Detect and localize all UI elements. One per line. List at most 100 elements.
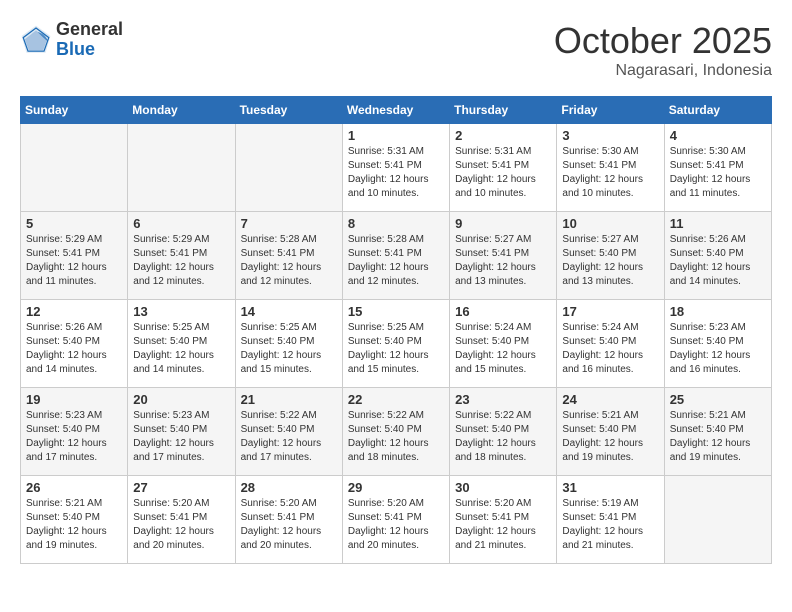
day-number: 5	[26, 216, 122, 231]
calendar-cell: 3 Sunrise: 5:30 AM Sunset: 5:41 PM Daylig…	[557, 124, 664, 212]
calendar-cell: 16Sunrise: 5:24 AM Sunset: 5:40 PM Dayli…	[450, 300, 557, 388]
logo-general-text: General	[56, 20, 123, 40]
calendar-cell: 12Sunrise: 5:26 AM Sunset: 5:40 PM Dayli…	[21, 300, 128, 388]
day-info: Sunrise: 5:26 AM Sunset: 5:40 PM Dayligh…	[670, 233, 766, 289]
week-row-5: 26 Sunrise: 5:21 AM Sunset: 5:40 PM Dayli…	[21, 476, 772, 564]
day-number: 7	[241, 216, 337, 231]
day-number: 2	[455, 128, 551, 143]
day-info: Sunrise: 5:20 AM Sunset: 5:41 PM Dayligh…	[241, 497, 337, 553]
day-info: Sunrise: 5:24 AM Sunset: 5:40 PM Dayligh…	[455, 321, 551, 377]
day-info: Sunrise: 5:21 AM Sunset: 5:40 PM Dayligh…	[562, 409, 658, 465]
calendar-cell	[128, 124, 235, 212]
header-row: SundayMondayTuesdayWednesdayThursdayFrid…	[21, 97, 772, 124]
day-number: 25	[670, 392, 766, 407]
calendar-cell: 28 Sunrise: 5:20 AM Sunset: 5:41 PM Dayli…	[235, 476, 342, 564]
day-number: 3	[562, 128, 658, 143]
header-saturday: Saturday	[664, 97, 771, 124]
header-thursday: Thursday	[450, 97, 557, 124]
day-info: Sunrise: 5:28 AM Sunset: 5:41 PM Dayligh…	[241, 233, 337, 289]
day-info: Sunrise: 5:23 AM Sunset: 5:40 PM Dayligh…	[133, 409, 229, 465]
day-info: Sunrise: 5:31 AM Sunset: 5:41 PM Dayligh…	[455, 145, 551, 201]
day-info: Sunrise: 5:20 AM Sunset: 5:41 PM Dayligh…	[133, 497, 229, 553]
calendar-cell	[21, 124, 128, 212]
day-number: 10	[562, 216, 658, 231]
calendar-cell: 24 Sunrise: 5:21 AM Sunset: 5:40 PM Dayli…	[557, 388, 664, 476]
day-info: Sunrise: 5:25 AM Sunset: 5:40 PM Dayligh…	[133, 321, 229, 377]
day-number: 6	[133, 216, 229, 231]
calendar-cell: 31 Sunrise: 5:19 AM Sunset: 5:41 PM Dayli…	[557, 476, 664, 564]
calendar-cell: 2 Sunrise: 5:31 AM Sunset: 5:41 PM Daylig…	[450, 124, 557, 212]
day-info: Sunrise: 5:22 AM Sunset: 5:40 PM Dayligh…	[348, 409, 444, 465]
week-row-1: 1 Sunrise: 5:31 AM Sunset: 5:41 PM Daylig…	[21, 124, 772, 212]
page-header: General Blue October 2025 Nagarasari, In…	[20, 20, 772, 80]
day-number: 1	[348, 128, 444, 143]
calendar-cell: 5Sunrise: 5:29 AM Sunset: 5:41 PM Daylig…	[21, 212, 128, 300]
day-info: Sunrise: 5:21 AM Sunset: 5:40 PM Dayligh…	[26, 497, 122, 553]
calendar-cell: 23 Sunrise: 5:22 AM Sunset: 5:40 PM Dayli…	[450, 388, 557, 476]
calendar-cell: 22 Sunrise: 5:22 AM Sunset: 5:40 PM Dayli…	[342, 388, 449, 476]
day-number: 4	[670, 128, 766, 143]
calendar-cell: 21 Sunrise: 5:22 AM Sunset: 5:40 PM Dayli…	[235, 388, 342, 476]
logo-text: General Blue	[56, 20, 123, 60]
week-row-3: 12Sunrise: 5:26 AM Sunset: 5:40 PM Dayli…	[21, 300, 772, 388]
day-number: 22	[348, 392, 444, 407]
day-number: 24	[562, 392, 658, 407]
calendar-cell: 19Sunrise: 5:23 AM Sunset: 5:40 PM Dayli…	[21, 388, 128, 476]
day-info: Sunrise: 5:19 AM Sunset: 5:41 PM Dayligh…	[562, 497, 658, 553]
day-number: 18	[670, 304, 766, 319]
day-number: 12	[26, 304, 122, 319]
day-info: Sunrise: 5:31 AM Sunset: 5:41 PM Dayligh…	[348, 145, 444, 201]
day-info: Sunrise: 5:29 AM Sunset: 5:41 PM Dayligh…	[133, 233, 229, 289]
logo: General Blue	[20, 20, 123, 60]
day-info: Sunrise: 5:22 AM Sunset: 5:40 PM Dayligh…	[455, 409, 551, 465]
day-number: 30	[455, 480, 551, 495]
calendar-cell: 1 Sunrise: 5:31 AM Sunset: 5:41 PM Daylig…	[342, 124, 449, 212]
calendar-cell: 26 Sunrise: 5:21 AM Sunset: 5:40 PM Dayli…	[21, 476, 128, 564]
day-info: Sunrise: 5:21 AM Sunset: 5:40 PM Dayligh…	[670, 409, 766, 465]
day-number: 26	[26, 480, 122, 495]
header-friday: Friday	[557, 97, 664, 124]
calendar-cell: 13 Sunrise: 5:25 AM Sunset: 5:40 PM Dayli…	[128, 300, 235, 388]
month-title: October 2025	[554, 20, 772, 62]
day-number: 27	[133, 480, 229, 495]
day-info: Sunrise: 5:27 AM Sunset: 5:40 PM Dayligh…	[562, 233, 658, 289]
day-number: 29	[348, 480, 444, 495]
day-number: 21	[241, 392, 337, 407]
day-number: 15	[348, 304, 444, 319]
day-number: 20	[133, 392, 229, 407]
calendar-cell: 18Sunrise: 5:23 AM Sunset: 5:40 PM Dayli…	[664, 300, 771, 388]
day-number: 8	[348, 216, 444, 231]
calendar-cell: 15 Sunrise: 5:25 AM Sunset: 5:40 PM Dayli…	[342, 300, 449, 388]
calendar-cell: 11 Sunrise: 5:26 AM Sunset: 5:40 PM Dayli…	[664, 212, 771, 300]
day-info: Sunrise: 5:22 AM Sunset: 5:40 PM Dayligh…	[241, 409, 337, 465]
logo-icon	[20, 24, 52, 56]
week-row-2: 5 Sunrise: 5:29 AM Sunset: 5:41 PM Daylig…	[21, 212, 772, 300]
day-number: 13	[133, 304, 229, 319]
calendar-table: SundayMondayTuesdayWednesdayThursdayFrid…	[20, 96, 772, 564]
day-info: Sunrise: 5:20 AM Sunset: 5:41 PM Dayligh…	[455, 497, 551, 553]
calendar-cell: 14Sunrise: 5:25 AM Sunset: 5:40 PM Dayli…	[235, 300, 342, 388]
day-number: 11	[670, 216, 766, 231]
week-row-4: 19Sunrise: 5:23 AM Sunset: 5:40 PM Dayli…	[21, 388, 772, 476]
day-info: Sunrise: 5:28 AM Sunset: 5:41 PM Dayligh…	[348, 233, 444, 289]
day-number: 14	[241, 304, 337, 319]
calendar-cell: 4 Sunrise: 5:30 AM Sunset: 5:41 PM Daylig…	[664, 124, 771, 212]
calendar-cell: 27 Sunrise: 5:20 AM Sunset: 5:41 PM Dayli…	[128, 476, 235, 564]
day-number: 28	[241, 480, 337, 495]
calendar-cell: 8 Sunrise: 5:28 AM Sunset: 5:41 PM Daylig…	[342, 212, 449, 300]
day-info: Sunrise: 5:20 AM Sunset: 5:41 PM Dayligh…	[348, 497, 444, 553]
calendar-cell: 30 Sunrise: 5:20 AM Sunset: 5:41 PM Dayli…	[450, 476, 557, 564]
calendar-cell: 9Sunrise: 5:27 AM Sunset: 5:41 PM Daylig…	[450, 212, 557, 300]
day-info: Sunrise: 5:25 AM Sunset: 5:40 PM Dayligh…	[348, 321, 444, 377]
day-info: Sunrise: 5:30 AM Sunset: 5:41 PM Dayligh…	[562, 145, 658, 201]
calendar-cell: 17 Sunrise: 5:24 AM Sunset: 5:40 PM Dayli…	[557, 300, 664, 388]
day-info: Sunrise: 5:24 AM Sunset: 5:40 PM Dayligh…	[562, 321, 658, 377]
header-tuesday: Tuesday	[235, 97, 342, 124]
day-info: Sunrise: 5:30 AM Sunset: 5:41 PM Dayligh…	[670, 145, 766, 201]
header-monday: Monday	[128, 97, 235, 124]
day-number: 17	[562, 304, 658, 319]
day-number: 31	[562, 480, 658, 495]
day-number: 23	[455, 392, 551, 407]
logo-blue-text: Blue	[56, 40, 123, 60]
header-wednesday: Wednesday	[342, 97, 449, 124]
